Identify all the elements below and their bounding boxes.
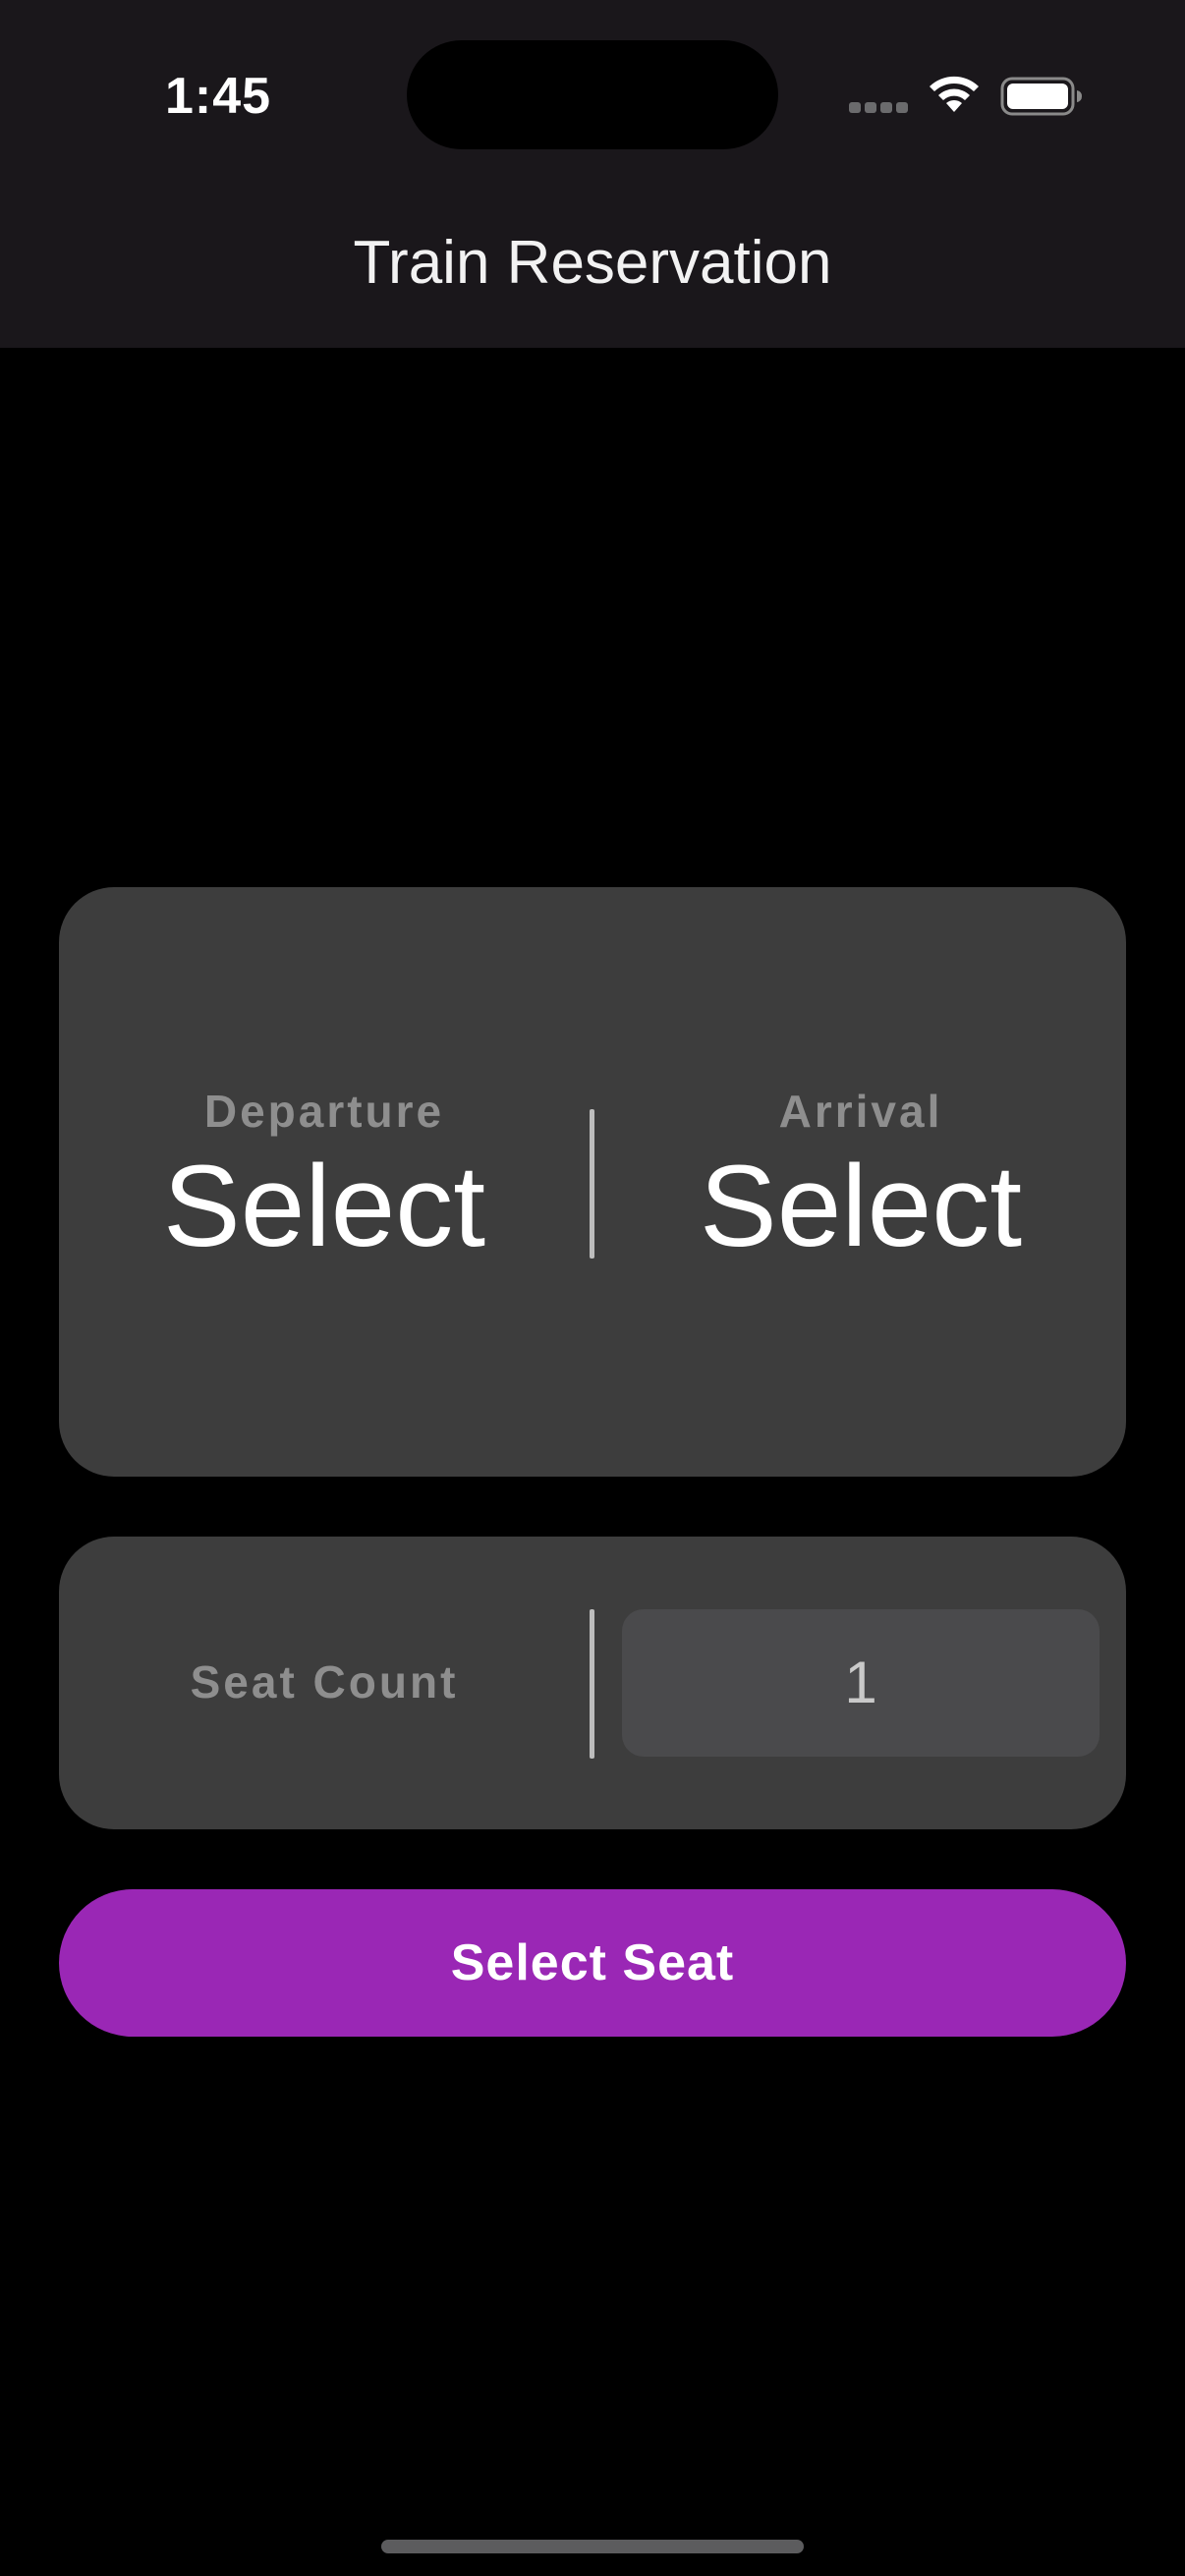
- dynamic-island: [407, 40, 778, 149]
- departure-select-button[interactable]: Select: [88, 1143, 560, 1270]
- seat-count-card: Seat Count 1: [59, 1537, 1126, 1829]
- arrival-label: Arrival: [778, 1086, 943, 1137]
- page-title: Train Reservation: [353, 229, 832, 297]
- screen: 1:45 Train Reservation Departure Select: [0, 0, 1185, 2576]
- seat-count-divider: [590, 1609, 594, 1759]
- station-divider: [590, 1109, 594, 1259]
- departure-selector[interactable]: Departure Select: [88, 1084, 560, 1270]
- arrival-selector[interactable]: Arrival Select: [625, 1084, 1097, 1270]
- departure-label: Departure: [203, 1086, 445, 1137]
- station-selection-card: Departure Select Arrival Select: [59, 887, 1126, 1477]
- wifi-icon: [930, 76, 979, 112]
- seat-count-label: Seat Count: [190, 1656, 459, 1708]
- nav-title-container: Train Reservation: [0, 228, 1185, 298]
- arrival-select-button[interactable]: Select: [625, 1143, 1097, 1270]
- seat-count-field[interactable]: 1: [622, 1609, 1100, 1757]
- select-seat-button[interactable]: Select Seat: [59, 1889, 1126, 2037]
- navigation-header: 1:45 Train Reservation: [0, 0, 1185, 348]
- cellular-signal-icon: [849, 102, 908, 116]
- status-bar-time: 1:45: [165, 68, 272, 125]
- battery-icon: [1000, 77, 1082, 116]
- home-indicator[interactable]: [381, 2540, 804, 2553]
